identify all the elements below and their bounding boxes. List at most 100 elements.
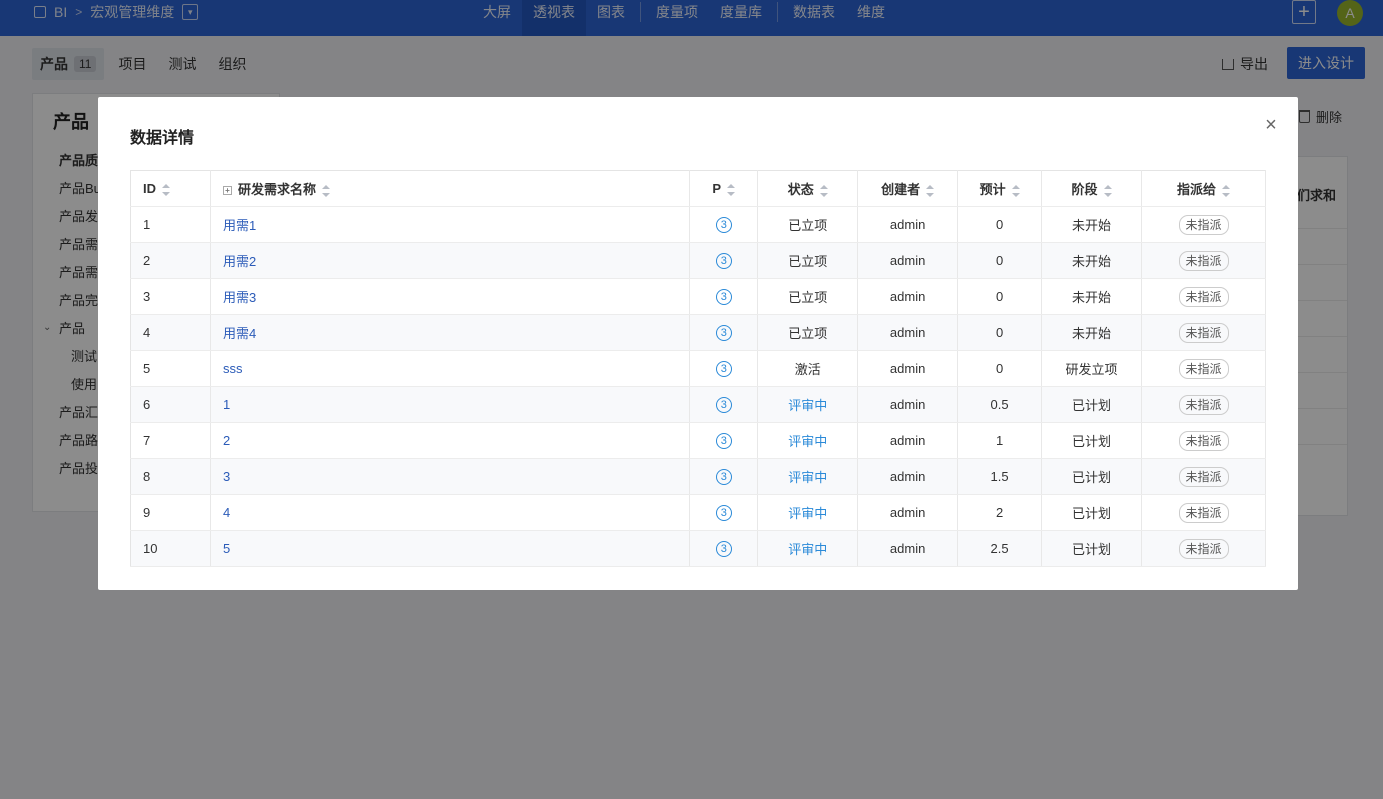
- column-header-label: 研发需求名称: [237, 182, 316, 197]
- cell-id: 10: [130, 530, 211, 567]
- cell-name: sss: [210, 350, 691, 387]
- priority-badge: 3: [715, 325, 732, 341]
- cell-priority: 3: [689, 386, 759, 423]
- column-header-priority[interactable]: P: [689, 170, 759, 207]
- cell-assignee: 未指派: [1141, 494, 1266, 531]
- table-row[interactable]: 7 2 3 评审中 admin 1 已计划 未指派: [130, 422, 1266, 459]
- requirement-link[interactable]: 3: [223, 469, 230, 484]
- expand-icon[interactable]: +: [222, 186, 232, 196]
- sort-icon[interactable]: [321, 184, 330, 197]
- sort-icon[interactable]: [727, 183, 736, 196]
- cell-assignee: 未指派: [1141, 206, 1266, 243]
- table-row[interactable]: 8 3 3 评审中 admin 1.5 已计划 未指派: [130, 458, 1266, 495]
- table-row[interactable]: 9 4 3 评审中 admin 2 已计划 未指派: [130, 494, 1266, 531]
- requirement-link[interactable]: 2: [223, 433, 230, 448]
- sort-icon[interactable]: [819, 184, 828, 197]
- cell-id: 9: [130, 494, 211, 531]
- cell-assignee: 未指派: [1141, 350, 1266, 387]
- cell-status: 已立项: [757, 278, 859, 315]
- cell-status: 评审中: [757, 494, 859, 531]
- cell-estimate: 0: [957, 314, 1043, 351]
- table-row[interactable]: 2 用需2 3 已立项 admin 0 未开始 未指派: [130, 242, 1266, 279]
- assignee-tag[interactable]: 未指派: [1178, 394, 1229, 415]
- sort-icon[interactable]: [1222, 184, 1231, 197]
- column-header-label: P: [712, 181, 722, 196]
- cell-creator: admin: [857, 494, 959, 531]
- table-row[interactable]: 6 1 3 评审中 admin 0.5 已计划 未指派: [130, 386, 1266, 423]
- column-header-name[interactable]: + 研发需求名称: [210, 170, 691, 207]
- priority-badge: 3: [715, 253, 732, 269]
- cell-name: 用需4: [210, 314, 691, 351]
- sort-icon[interactable]: [926, 184, 935, 197]
- column-header-assignee[interactable]: 指派给: [1141, 170, 1266, 207]
- cell-status: 已立项: [757, 314, 859, 351]
- column-header-creator[interactable]: 创建者: [857, 170, 959, 207]
- assignee-tag[interactable]: 未指派: [1178, 322, 1229, 343]
- priority-badge: 3: [715, 505, 732, 521]
- requirement-link[interactable]: 5: [223, 541, 230, 556]
- assignee-tag[interactable]: 未指派: [1178, 502, 1229, 523]
- sort-icon[interactable]: [1011, 184, 1020, 197]
- cell-stage: 已计划: [1041, 386, 1143, 423]
- cell-stage: 已计划: [1041, 422, 1143, 459]
- cell-estimate: 2: [957, 494, 1043, 531]
- cell-id: 1: [130, 206, 211, 243]
- cell-creator: admin: [857, 386, 959, 423]
- requirement-link[interactable]: sss: [223, 361, 243, 376]
- column-header-status[interactable]: 状态: [757, 170, 859, 207]
- cell-name: 4: [210, 494, 691, 531]
- cell-assignee: 未指派: [1141, 530, 1266, 567]
- cell-priority: 3: [689, 494, 759, 531]
- column-header-stage[interactable]: 阶段: [1041, 170, 1143, 207]
- priority-badge: 3: [715, 217, 732, 233]
- data-detail-table: ID + 研发需求名称 P 状态 创建者 预计 阶段 指派给 1 用需1 3 已立项 ad…: [130, 170, 1266, 567]
- table-row[interactable]: 5 sss 3 激活 admin 0 研发立项 未指派: [130, 350, 1266, 387]
- requirement-link[interactable]: 用需4: [223, 326, 256, 341]
- requirement-link[interactable]: 1: [223, 397, 230, 412]
- requirement-link[interactable]: 用需2: [223, 254, 256, 269]
- cell-estimate: 2.5: [957, 530, 1043, 567]
- priority-badge: 3: [715, 433, 732, 449]
- close-icon[interactable]: ×: [1261, 115, 1281, 135]
- cell-priority: 3: [689, 530, 759, 567]
- cell-status: 评审中: [757, 530, 859, 567]
- table-row[interactable]: 4 用需4 3 已立项 admin 0 未开始 未指派: [130, 314, 1266, 351]
- table-row[interactable]: 10 5 3 评审中 admin 2.5 已计划 未指派: [130, 530, 1266, 567]
- cell-name: 3: [210, 458, 691, 495]
- column-header-id[interactable]: ID: [130, 170, 211, 207]
- assignee-tag[interactable]: 未指派: [1178, 466, 1229, 487]
- table-row[interactable]: 1 用需1 3 已立项 admin 0 未开始 未指派: [130, 206, 1266, 243]
- cell-id: 6: [130, 386, 211, 423]
- requirement-link[interactable]: 4: [223, 505, 230, 520]
- cell-id: 8: [130, 458, 211, 495]
- priority-badge: 3: [715, 289, 732, 305]
- assignee-tag[interactable]: 未指派: [1178, 250, 1229, 271]
- column-header-estimate[interactable]: 预计: [957, 170, 1043, 207]
- cell-assignee: 未指派: [1141, 458, 1266, 495]
- cell-stage: 已计划: [1041, 530, 1143, 567]
- assignee-tag[interactable]: 未指派: [1178, 214, 1229, 235]
- cell-name: 用需1: [210, 206, 691, 243]
- requirement-link[interactable]: 用需3: [223, 290, 256, 305]
- cell-estimate: 1: [957, 422, 1043, 459]
- cell-creator: admin: [857, 314, 959, 351]
- cell-priority: 3: [689, 206, 759, 243]
- cell-id: 4: [130, 314, 211, 351]
- cell-creator: admin: [857, 206, 959, 243]
- table-header-row: ID + 研发需求名称 P 状态 创建者 预计 阶段 指派给: [130, 170, 1266, 207]
- table-row[interactable]: 3 用需3 3 已立项 admin 0 未开始 未指派: [130, 278, 1266, 315]
- cell-priority: 3: [689, 278, 759, 315]
- cell-assignee: 未指派: [1141, 242, 1266, 279]
- table-body: 1 用需1 3 已立项 admin 0 未开始 未指派 2 用需2 3 已立项 admin 0 未开始 未指派…: [130, 206, 1266, 567]
- cell-name: 用需3: [210, 278, 691, 315]
- assignee-tag[interactable]: 未指派: [1178, 430, 1229, 451]
- assignee-tag[interactable]: 未指派: [1178, 286, 1229, 307]
- requirement-link[interactable]: 用需1: [223, 218, 256, 233]
- sort-icon[interactable]: [162, 183, 170, 196]
- priority-badge: 3: [715, 397, 732, 413]
- cell-creator: admin: [857, 278, 959, 315]
- assignee-tag[interactable]: 未指派: [1178, 538, 1229, 559]
- assignee-tag[interactable]: 未指派: [1178, 358, 1229, 379]
- column-header-label: 状态: [787, 182, 814, 197]
- sort-icon[interactable]: [1103, 184, 1112, 197]
